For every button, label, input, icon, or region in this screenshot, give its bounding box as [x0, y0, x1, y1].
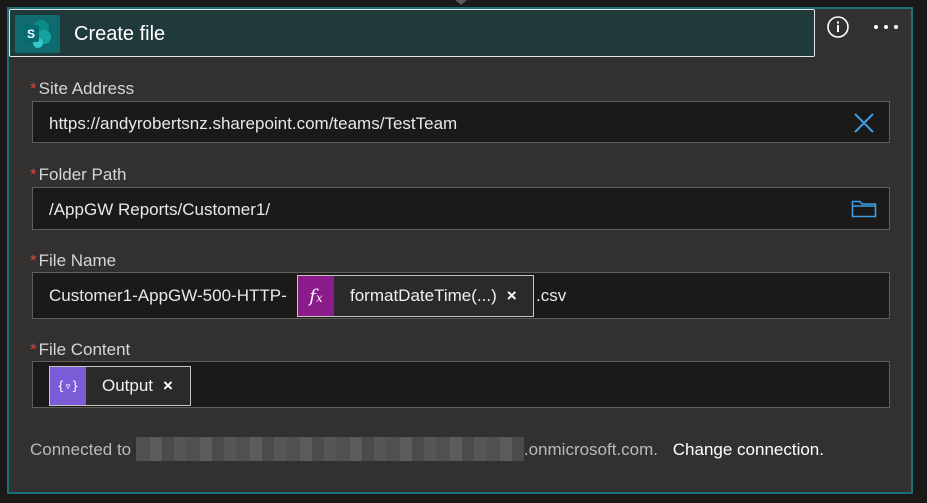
site-address-label: * Site Address	[30, 79, 134, 99]
folder-icon	[851, 200, 877, 218]
file-name-suffix: .csv	[536, 286, 567, 305]
required-marker: *	[30, 340, 37, 359]
required-marker: *	[30, 251, 37, 270]
connected-prefix: Connected to	[30, 440, 132, 459]
more-options-button[interactable]	[873, 14, 899, 40]
info-button[interactable]	[825, 14, 851, 40]
expression-token[interactable]: fx formatDateTime(...) ×	[297, 275, 534, 317]
clear-button[interactable]	[853, 112, 875, 139]
required-marker: *	[30, 165, 37, 184]
connection-info: Connected to .onmicrosoft.com. Change co…	[30, 437, 824, 461]
ellipsis-icon	[874, 25, 898, 29]
remove-token-button[interactable]: ×	[507, 286, 517, 306]
required-marker: *	[30, 79, 37, 98]
site-address-field[interactable]: https://andyrobertsnz.sharepoint.com/tea…	[32, 101, 890, 143]
action-title: Create file	[74, 23, 166, 45]
function-icon: fx	[298, 276, 334, 316]
remove-token-button[interactable]: ×	[163, 376, 173, 396]
file-name-label: * File Name	[30, 251, 116, 271]
site-address-label-text: Site Address	[38, 79, 135, 98]
file-content-label-text: File Content	[38, 340, 131, 359]
folder-path-label-text: Folder Path	[38, 165, 127, 184]
site-address-value: https://andyrobertsnz.sharepoint.com/tea…	[49, 114, 458, 133]
folder-path-label: * Folder Path	[30, 165, 127, 185]
connector-arrow	[455, 0, 467, 5]
action-header[interactable]: S Create file	[9, 9, 815, 57]
variable-icon: {▿}	[50, 367, 86, 405]
file-name-label-text: File Name	[38, 251, 117, 270]
file-content-label: * File Content	[30, 340, 130, 360]
close-icon	[854, 113, 874, 133]
folder-picker-button[interactable]	[851, 198, 877, 223]
expression-token-label: formatDateTime(...)	[350, 286, 497, 305]
redacted-tenant	[135, 437, 524, 461]
action-card	[7, 7, 913, 494]
folder-path-field[interactable]: /AppGW Reports/Customer1/	[32, 187, 890, 230]
folder-path-value: /AppGW Reports/Customer1/	[49, 200, 271, 219]
dynamic-content-token[interactable]: {▿} Output ×	[49, 366, 191, 406]
info-icon	[827, 16, 849, 38]
change-connection-link[interactable]: Change connection.	[673, 440, 824, 459]
svg-text:S: S	[27, 27, 35, 41]
dynamic-content-token-label: Output	[102, 376, 154, 395]
connected-suffix: .onmicrosoft.com.	[523, 440, 659, 459]
sharepoint-icon: S	[15, 15, 60, 53]
file-name-prefix: Customer1-AppGW-500-HTTP-	[49, 286, 287, 305]
file-content-field[interactable]: {▿} Output ×	[32, 361, 890, 408]
file-name-field[interactable]: Customer1-AppGW-500-HTTP- fx formatDateT…	[32, 272, 890, 319]
